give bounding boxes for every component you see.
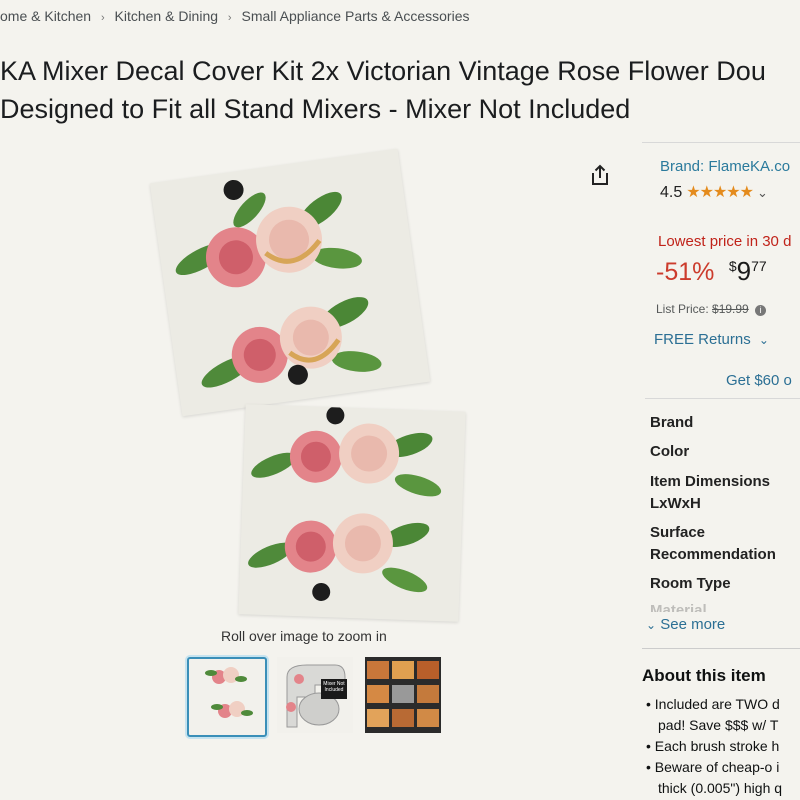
zoom-hint: Roll over image to zoom in <box>221 628 387 644</box>
list-price: List Price: $19.99 i <box>656 302 767 316</box>
price-symbol: $ <box>728 258 737 274</box>
breadcrumb-separator: › <box>100 12 105 24</box>
buy-box: Brand: FlameKA.co 4.5 ★★★★★ ⌄ Lowest price… <box>642 0 800 800</box>
decal-sheet <box>149 148 431 417</box>
free-returns-link[interactable]: FREE Returns ⌄ <box>654 331 769 348</box>
sticker-dot <box>326 406 345 425</box>
free-returns-label: FREE Returns <box>654 331 751 348</box>
thumbnail-mixer[interactable]: Mixer Not Included <box>277 657 353 733</box>
mixer-not-included-label: Mixer Not Included <box>323 681 345 693</box>
decal-sheet <box>238 404 466 622</box>
spec-label-room-type: Room Type <box>650 575 731 592</box>
spec-label-brand: Brand <box>650 414 694 431</box>
offer-link[interactable]: Get $60 o <box>726 372 792 389</box>
rose-cluster <box>175 191 362 288</box>
info-icon[interactable]: i <box>755 305 767 316</box>
lowest-price-badge: Lowest price in 30 d <box>658 233 792 250</box>
about-bullets: • Included are TWO d pad! Save $$$ w/ T … <box>646 694 800 799</box>
star-rating-icon: ★★★★★ <box>686 184 754 201</box>
breadcrumb-home-kitchen[interactable]: ome & Kitchen <box>0 8 91 24</box>
thumbnail-image <box>367 661 439 727</box>
share-button[interactable] <box>585 160 615 190</box>
about-bullet: • Each brush stroke h <box>646 738 780 754</box>
about-bullet: • Included are TWO d <box>646 696 780 712</box>
about-bullet-text: Included are TWO d <box>654 696 780 712</box>
breadcrumb-small-appliance-parts[interactable]: Small Appliance Parts & Accessories <box>241 8 469 24</box>
sticker-dot <box>223 179 244 200</box>
divider <box>642 648 800 649</box>
price: $977 <box>729 256 767 286</box>
about-bullet: • Beware of cheap-o i <box>646 759 780 775</box>
about-bullet-continuation: pad! Save $$$ w/ T <box>658 717 779 733</box>
price-fraction: 77 <box>751 258 767 274</box>
list-price-value: $19.99 <box>712 302 749 316</box>
list-price-label: List Price: <box>656 302 709 316</box>
spec-label-surface-recommendation: Surface Recommendation <box>650 524 776 563</box>
sticker-dot <box>312 582 331 601</box>
see-more-label: See more <box>660 616 726 633</box>
about-bullet-text: Each brush stroke h <box>654 738 780 754</box>
price-whole: 9 <box>736 256 752 286</box>
spec-label-color: Color <box>650 443 690 460</box>
share-icon <box>592 164 608 185</box>
rating-value: 4.5 <box>660 184 683 201</box>
main-product-image[interactable] <box>149 148 480 630</box>
spec-label-item-dimensions: Item Dimensions LxWxH <box>650 473 771 512</box>
about-bullet-text: Beware of cheap-o i <box>654 759 780 775</box>
rose-cluster <box>248 513 430 593</box>
chevron-down-icon: ⌄ <box>646 618 657 632</box>
see-more-link[interactable]: ⌄ See more <box>646 616 725 633</box>
rose-cluster <box>251 423 442 497</box>
thumbnail-decal-sheets[interactable] <box>187 657 267 737</box>
rose-cluster <box>201 297 382 388</box>
about-this-item-heading: About this item <box>642 666 766 685</box>
about-bullet-continuation: thick (0.005") high q <box>658 780 783 796</box>
breadcrumb-kitchen-dining[interactable]: Kitchen & Dining <box>115 8 219 24</box>
rose-decal-pair <box>248 406 442 601</box>
thumbnail-collage[interactable] <box>365 657 441 733</box>
chevron-down-icon[interactable]: ⌄ <box>757 185 768 200</box>
rose-decal-pair <box>175 179 382 388</box>
brand-link[interactable]: Brand: FlameKA.co <box>660 158 790 175</box>
spec-label-material: Material <box>650 602 707 612</box>
breadcrumb: ome & Kitchen › Kitchen & Dining › Small… <box>0 8 469 24</box>
rating[interactable]: 4.5 ★★★★★ ⌄ <box>660 182 768 202</box>
breadcrumb-separator: › <box>227 12 232 24</box>
price-row: -51% $977 <box>656 256 767 287</box>
thumbnail-image <box>205 667 253 718</box>
divider <box>645 398 800 399</box>
chevron-down-icon: ⌄ <box>758 333 769 347</box>
discount-percent: -51% <box>656 258 715 286</box>
